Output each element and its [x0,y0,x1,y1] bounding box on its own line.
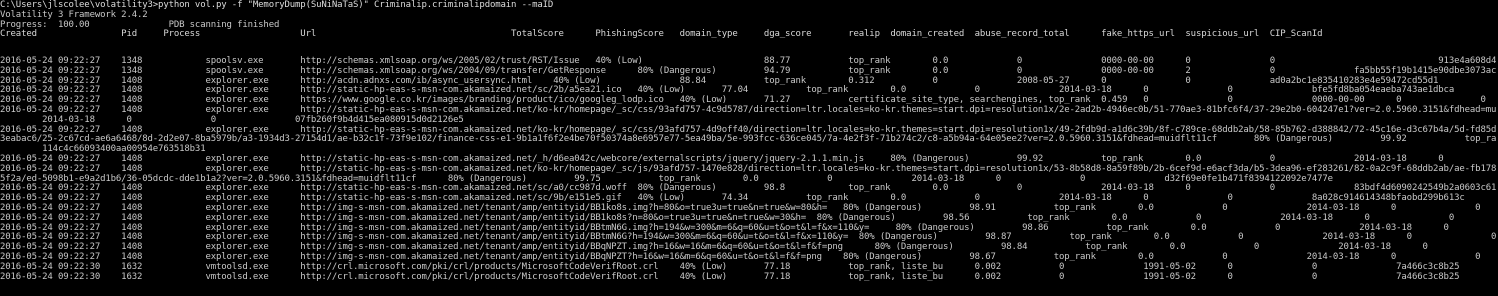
table-row: 2016-05-24 09:22:30 1632 vmtoolsd.exe ht… [0,271,1460,282]
table-row-continuation: 3eabac6/25-2c67cd-ae6a6468/8d-2d2e07-8ba… [0,134,1498,145]
terminal-window[interactable]: C:\Users\jlscolee\volatility3>python vol… [0,0,1498,296]
column-headers: Created Pid Process Url TotalScore Phish… [0,29,1323,40]
